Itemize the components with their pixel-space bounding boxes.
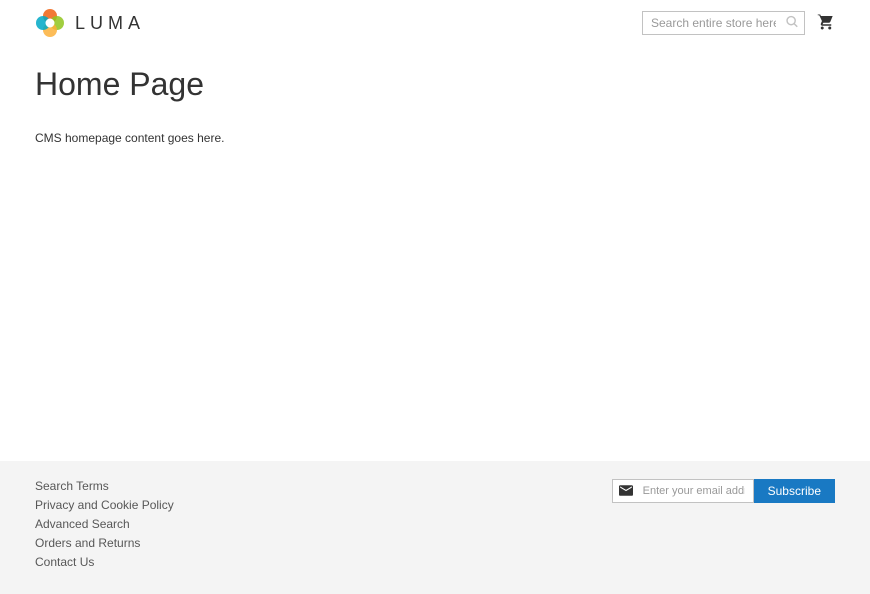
logo-mark-icon — [35, 8, 65, 38]
subscribe-button[interactable]: Subscribe — [754, 479, 835, 503]
footer-link-privacy[interactable]: Privacy and Cookie Policy — [35, 498, 174, 512]
page-footer: Search Terms Privacy and Cookie Policy A… — [0, 461, 870, 594]
newsletter-email-input[interactable] — [612, 479, 754, 503]
store-logo[interactable]: LUMA — [35, 8, 145, 38]
cms-content: CMS homepage content goes here. — [35, 131, 835, 145]
footer-links: Search Terms Privacy and Cookie Policy A… — [35, 479, 174, 569]
page-title: Home Page — [35, 66, 835, 103]
footer-link-advanced-search[interactable]: Advanced Search — [35, 517, 174, 531]
newsletter-form: Subscribe — [612, 479, 835, 503]
footer-link-search-terms[interactable]: Search Terms — [35, 479, 174, 493]
main-content: Home Page CMS homepage content goes here… — [0, 66, 870, 461]
page-header: LUMA — [0, 0, 870, 38]
newsletter-input-wrap — [612, 479, 754, 503]
header-right — [642, 11, 835, 35]
cart-icon[interactable] — [817, 13, 835, 34]
logo-text: LUMA — [75, 13, 145, 34]
search-input[interactable] — [642, 11, 805, 35]
mail-icon — [619, 483, 633, 499]
search-box — [642, 11, 805, 35]
footer-link-orders-returns[interactable]: Orders and Returns — [35, 536, 174, 550]
search-icon[interactable] — [785, 15, 799, 32]
footer-link-contact-us[interactable]: Contact Us — [35, 555, 174, 569]
